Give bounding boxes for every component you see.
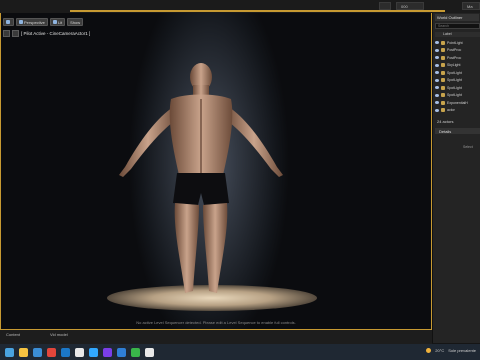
unreal-engine-icon[interactable] — [145, 347, 154, 357]
eject-pilot-button[interactable] — [3, 29, 10, 37]
list-item[interactable]: SpotLight — [435, 92, 480, 100]
visibility-icon[interactable] — [435, 48, 439, 52]
actor-icon — [441, 78, 445, 83]
character-model[interactable] — [111, 59, 311, 299]
taskbar-app-icon[interactable] — [61, 347, 70, 357]
temperature: 20°C — [435, 348, 445, 353]
actor-icon — [441, 93, 445, 98]
actor-icon — [441, 85, 445, 90]
outliner-search-input[interactable]: Search — [435, 23, 480, 29]
camera-icon — [12, 29, 19, 37]
actor-icon — [441, 100, 445, 105]
active-tab-underline — [70, 10, 445, 12]
pilot-label: [ Pilot Active - CineCameraActor1 ] — [21, 30, 91, 36]
visibility-icon[interactable] — [435, 56, 439, 60]
weather-icon — [426, 348, 432, 353]
world-outliner-panel: World Outliner Search Label PointLight P… — [432, 13, 480, 343]
tab-content[interactable]: Content — [6, 332, 20, 337]
actor-icon — [441, 40, 445, 45]
windows-taskbar: 20°C Sole prevalente — [0, 344, 480, 360]
view-mode-button[interactable]: Lit — [49, 18, 66, 26]
list-item[interactable]: ExponentialH — [435, 99, 480, 107]
taskbar-app-icon[interactable] — [5, 347, 14, 357]
viewport-options-button[interactable] — [3, 18, 14, 26]
outliner-list: PointLight PostProc PostProc SkyLight Sp… — [435, 39, 480, 114]
level-viewport[interactable]: Perspective Lit Show [ Pilot Active - Ci… — [0, 13, 432, 330]
bottom-tab-strip: Content Vid model — [0, 330, 432, 344]
visibility-icon[interactable] — [435, 93, 439, 97]
level-tab[interactable] — [379, 2, 391, 10]
visibility-icon[interactable] — [435, 101, 439, 105]
list-item[interactable]: PointLight — [435, 39, 480, 47]
map-tab-label: Ma — [467, 4, 473, 9]
left-arm — [119, 107, 177, 177]
viewport-toolbar: Perspective Lit Show — [3, 18, 84, 26]
taskbar-app-icon[interactable] — [33, 347, 42, 357]
pilot-bar: [ Pilot Active - CineCameraActor1 ] — [3, 29, 90, 37]
right-arm — [225, 107, 283, 177]
list-item[interactable]: PostProc — [435, 54, 480, 62]
perspective-icon — [19, 20, 23, 24]
world-outliner-tab[interactable]: World Outliner — [435, 14, 479, 21]
taskbar-app-icon[interactable] — [103, 347, 112, 357]
taskbar-app-icon[interactable] — [89, 347, 98, 357]
details-tab[interactable]: Details — [435, 128, 480, 134]
visibility-icon[interactable] — [435, 63, 439, 67]
details-hint: Select — [463, 145, 473, 149]
taskbar-app-icon[interactable] — [47, 347, 56, 357]
visibility-icon[interactable] — [435, 71, 439, 75]
menu-icon — [6, 20, 10, 24]
taskbar-app-icon[interactable] — [19, 347, 28, 357]
left-leg — [174, 203, 199, 293]
list-item[interactable]: actor — [435, 107, 480, 115]
editor-tab-label: 000 — [401, 4, 408, 9]
shorts — [173, 173, 229, 205]
lit-icon — [52, 20, 57, 24]
actor-icon — [441, 48, 445, 53]
tab-vid-model[interactable]: Vid model — [50, 332, 68, 337]
taskbar-app-icon[interactable] — [131, 347, 140, 357]
weather-text: Sole prevalente — [448, 348, 476, 353]
list-item[interactable]: SpotLight — [435, 69, 480, 77]
perspective-button[interactable]: Perspective — [16, 18, 48, 26]
list-item[interactable]: SkyLight — [435, 62, 480, 70]
actor-icon — [441, 63, 445, 68]
taskbar-app-icon[interactable] — [75, 347, 84, 357]
map-tab[interactable]: Ma — [462, 2, 480, 10]
taskbar-app-icon[interactable] — [117, 347, 126, 357]
actor-icon — [441, 55, 445, 60]
visibility-icon[interactable] — [435, 108, 439, 112]
actor-count: 24 actors — [437, 119, 454, 124]
actor-icon — [441, 108, 445, 113]
label-column-header[interactable]: Label — [435, 32, 480, 37]
list-item[interactable]: PostProc — [435, 47, 480, 55]
list-item[interactable]: SpotLight — [435, 84, 480, 92]
editor-tab[interactable]: 000 — [396, 2, 424, 10]
system-tray: 20°C Sole prevalente — [426, 348, 476, 353]
sequencer-message: No active Level Sequencer detected. Plea… — [136, 320, 296, 325]
actor-icon — [441, 70, 445, 75]
visibility-icon[interactable] — [435, 41, 439, 45]
show-button[interactable]: Show — [67, 18, 84, 26]
right-leg — [203, 203, 228, 293]
visibility-icon[interactable] — [435, 78, 439, 82]
list-item[interactable]: SpotLight — [435, 77, 480, 85]
visibility-icon[interactable] — [435, 86, 439, 90]
editor-top-strip: 000 Ma — [0, 0, 480, 13]
